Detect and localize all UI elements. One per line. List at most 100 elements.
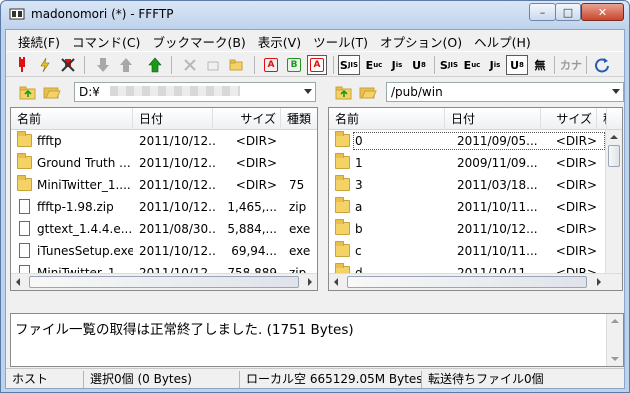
kanji-sjis-icon[interactable]: S JIS: [338, 55, 360, 75]
kana-convert-button[interactable]: カナ: [560, 55, 582, 75]
remote-path-input[interactable]: /pub/win: [386, 82, 624, 102]
remote-list-header: 名前 日付 サイズ 種: [329, 108, 622, 130]
minimize-button[interactable]: –: [529, 3, 556, 21]
client-area: 接続(F) コマンド(C) ブックマーク(B) 表示(V) ツール(T) オプシ…: [5, 29, 625, 389]
list-item[interactable]: 0 2011/09/05... <DIR>: [329, 130, 622, 152]
remote-vertical-scrollbar[interactable]: [605, 130, 622, 275]
mirror-upload-icon[interactable]: [145, 55, 165, 75]
close-button[interactable]: ✕: [581, 3, 624, 21]
local-horizontal-scrollbar[interactable]: [11, 273, 317, 290]
kanji-utf8-icon[interactable]: U8: [408, 55, 430, 75]
file-icon: [19, 243, 30, 258]
new-folder-icon[interactable]: [226, 55, 246, 75]
list-item[interactable]: ffftp 2011/10/12... <DIR>: [11, 130, 317, 152]
ffftp-app-icon: [9, 8, 25, 20]
delete-icon[interactable]: [180, 55, 200, 75]
scroll-left-icon[interactable]: [16, 278, 20, 286]
log-message: ファイル一覧の取得は正常終了しました. (1751 Bytes): [15, 322, 354, 338]
chevron-down-icon[interactable]: [304, 89, 312, 94]
list-item[interactable]: 3 2011/03/18... <DIR>: [329, 174, 622, 196]
scroll-right-icon[interactable]: [308, 278, 312, 286]
list-item[interactable]: Ground Truth ... 2011/10/12... <DIR>: [11, 152, 317, 174]
list-item[interactable]: 1 2009/11/09... <DIR>: [329, 152, 622, 174]
quick-connect-icon[interactable]: [35, 55, 55, 75]
refresh-icon[interactable]: [592, 55, 612, 75]
menu-help[interactable]: ヘルプ(H): [468, 30, 537, 50]
menu-connect[interactable]: 接続(F): [12, 30, 66, 50]
kanji-euc-icon[interactable]: Euc: [363, 55, 385, 75]
disconnect-icon[interactable]: [58, 55, 78, 75]
local-hscroll-thumb[interactable]: [29, 276, 299, 288]
scroll-down-icon[interactable]: [611, 357, 619, 361]
folder-icon: [335, 197, 350, 213]
list-item[interactable]: a 2011/10/11... <DIR>: [329, 196, 622, 218]
menu-command[interactable]: コマンド(C): [66, 30, 146, 50]
remote-vscroll-thumb[interactable]: [608, 145, 620, 167]
download-arrow-icon[interactable]: [93, 55, 113, 75]
column-header-date[interactable]: 日付: [133, 108, 213, 130]
log-panel[interactable]: ファイル一覧の取得は正常終了しました. (1751 Bytes): [10, 313, 624, 367]
blurred-path-segment: [109, 86, 240, 96]
folder-icon: [335, 131, 350, 147]
remote-kanji-euc-icon[interactable]: Euc: [461, 55, 483, 75]
rename-icon[interactable]: [203, 55, 223, 75]
local-file-list[interactable]: 名前 日付 サイズ 種類 ffftp 2011/10/12... <DIR> G…: [10, 107, 318, 291]
connect-plug-icon[interactable]: [12, 55, 32, 75]
status-selection: 選択0個 (0 Bytes): [86, 371, 240, 388]
log-vertical-scrollbar[interactable]: [606, 314, 623, 366]
file-icon: [19, 199, 30, 214]
kanji-jis-icon[interactable]: Jis: [386, 55, 408, 75]
column-header-size[interactable]: サイズ: [541, 108, 597, 130]
folder-icon: [335, 153, 350, 169]
folder-icon: [335, 241, 350, 257]
local-open-folder-icon[interactable]: [42, 82, 62, 102]
list-item[interactable]: ffftp-1.98.zip 2011/10/12... 1,465,... z…: [11, 196, 317, 218]
list-item[interactable]: MiniTwitter_1.... 2011/10/12... <DIR> 75: [11, 174, 317, 196]
column-header-name[interactable]: 名前: [11, 108, 133, 130]
chevron-down-icon[interactable]: [612, 89, 620, 94]
column-header-kind[interactable]: 種: [597, 108, 607, 130]
remote-kanji-utf8-icon[interactable]: U8: [506, 55, 528, 75]
maximize-button[interactable]: □: [555, 3, 581, 21]
remote-kanji-sjis-icon[interactable]: S JIS: [438, 55, 460, 75]
list-item[interactable]: iTunesSetup.exe 2011/10/12... 69,94... e…: [11, 240, 317, 262]
binary-mode-icon[interactable]: B: [284, 55, 304, 75]
column-header-name[interactable]: 名前: [329, 108, 445, 130]
scroll-left-icon[interactable]: [334, 278, 338, 286]
title-bar[interactable]: madonomori (*) - FFFTP – □ ✕: [1, 1, 629, 29]
list-item[interactable]: c 2011/10/11... <DIR>: [329, 240, 622, 262]
local-list-header: 名前 日付 サイズ 種類: [11, 108, 317, 130]
file-icon: [19, 221, 30, 236]
menu-tools[interactable]: ツール(T): [307, 30, 374, 50]
folder-icon: [17, 175, 32, 191]
remote-open-folder-icon[interactable]: [358, 82, 378, 102]
remote-up-folder-icon[interactable]: [334, 82, 354, 102]
toolbar-separator: [254, 56, 255, 74]
column-header-size[interactable]: サイズ: [213, 108, 281, 130]
list-item[interactable]: b 2011/10/12... <DIR>: [329, 218, 622, 240]
kanji-none-button[interactable]: 無: [530, 55, 550, 75]
folder-icon: [17, 153, 32, 169]
list-item[interactable]: gttext_1.4.4.e... 2011/08/30... 5,884,..…: [11, 218, 317, 240]
menu-bookmark[interactable]: ブックマーク(B): [146, 30, 251, 50]
status-transfer-queue: 転送待ちファイル0個: [428, 372, 544, 386]
local-path-input[interactable]: D:¥: [74, 82, 316, 102]
app-window: madonomori (*) - FFFTP – □ ✕ 接続(F) コマンド(…: [0, 0, 630, 393]
auto-mode-icon[interactable]: A: [307, 55, 327, 75]
remote-file-list[interactable]: 名前 日付 サイズ 種 0 2011/09/05... <DIR> 1 2009…: [328, 107, 623, 291]
ascii-mode-icon[interactable]: A: [261, 55, 281, 75]
local-up-folder-icon[interactable]: [18, 82, 38, 102]
column-header-date[interactable]: 日付: [445, 108, 541, 130]
column-header-kind[interactable]: 種類: [281, 108, 317, 130]
status-local-free: ローカル空 665129.05M Bytes: [242, 371, 422, 388]
upload-arrow-icon[interactable]: [116, 55, 136, 75]
remote-kanji-jis-icon[interactable]: Jis: [484, 55, 506, 75]
menu-view[interactable]: 表示(V): [252, 30, 307, 50]
remote-hscroll-thumb[interactable]: [347, 276, 587, 288]
scroll-up-icon[interactable]: [610, 135, 618, 139]
scroll-up-icon[interactable]: [611, 319, 619, 323]
scroll-right-icon[interactable]: [597, 278, 601, 286]
remote-horizontal-scrollbar[interactable]: [329, 273, 622, 290]
window-title: madonomori (*) - FFFTP: [31, 7, 174, 21]
menu-options[interactable]: オプション(O): [374, 30, 468, 50]
